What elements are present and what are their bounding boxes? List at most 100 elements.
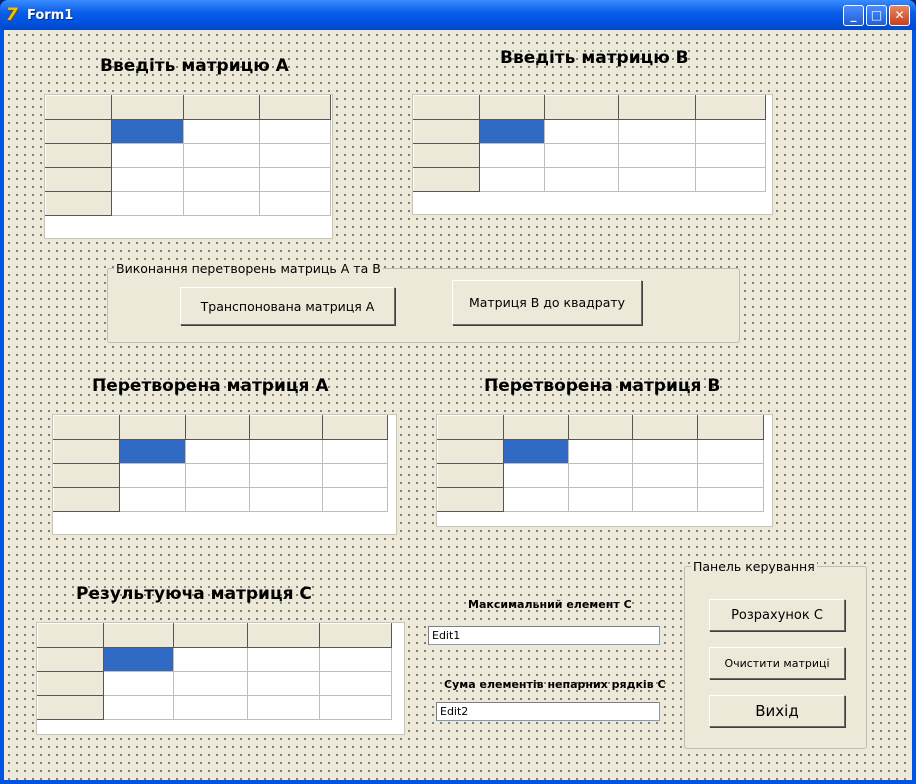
grid-cell[interactable] [111,167,184,192]
grid-cell[interactable] [618,167,696,192]
grid-cell[interactable] [249,439,323,464]
grid-cell[interactable] [173,647,248,672]
grid-cell[interactable] [695,143,766,168]
grid-row-header [45,143,112,168]
grid-cell[interactable] [632,439,698,464]
exit-button[interactable]: Вихід [709,695,845,727]
grid-cell[interactable] [319,671,392,696]
grid-cell[interactable] [183,119,260,144]
grid-cell-selected[interactable] [479,119,545,144]
grid-cell[interactable] [697,487,764,512]
table-row [37,647,392,672]
grid-header-cell [618,95,696,120]
title-bar[interactable]: 7 Form1 _ □ ✕ [0,0,916,30]
grid-cell[interactable] [119,463,186,488]
sum-odd-rows-edit[interactable] [436,702,660,721]
grid-row-header [53,463,120,488]
maximize-button[interactable]: □ [866,5,887,26]
result-c-table [37,623,392,720]
grid-cell[interactable] [185,463,250,488]
grid-cell[interactable] [544,143,619,168]
grid-cell[interactable] [247,647,320,672]
matrix-b-grid[interactable] [412,94,773,215]
grid-cell[interactable] [322,439,388,464]
minimize-button[interactable]: _ [843,5,864,26]
grid-cell[interactable] [618,119,696,144]
grid-cell[interactable] [173,695,248,720]
grid-cell[interactable] [697,463,764,488]
grid-cell[interactable] [568,463,633,488]
grid-header-cell [173,623,248,648]
grid-cell[interactable] [322,463,388,488]
grid-cell[interactable] [479,167,545,192]
grid-cell[interactable] [568,439,633,464]
grid-cell[interactable] [111,191,184,216]
grid-cell[interactable] [249,487,323,512]
grid-row-header [45,167,112,192]
grid-cell[interactable] [322,487,388,512]
grid-cell[interactable] [183,167,260,192]
transformed-b-grid[interactable] [436,414,773,527]
grid-cell-selected[interactable] [111,119,184,144]
grid-cell[interactable] [544,167,619,192]
grid-header-cell [503,415,569,440]
grid-cell-selected[interactable] [103,647,174,672]
grid-header-cell [53,415,120,440]
grid-cell-selected[interactable] [503,439,569,464]
grid-cell[interactable] [319,647,392,672]
grid-cell[interactable] [119,487,186,512]
grid-cell[interactable] [185,487,250,512]
grid-cell[interactable] [479,143,545,168]
grid-cell[interactable] [111,143,184,168]
square-b-button[interactable]: Матриця В до квадрату [452,280,642,325]
grid-cell[interactable] [183,143,260,168]
grid-cell[interactable] [695,167,766,192]
grid-cell[interactable] [259,191,331,216]
grid-cell-selected[interactable] [119,439,186,464]
grid-cell[interactable] [503,463,569,488]
transpose-a-button[interactable]: Транспонована матриця А [180,287,395,325]
matrix-a-grid[interactable] [44,94,333,239]
grid-row-header [37,671,104,696]
grid-header-cell [544,95,619,120]
grid-header-cell [183,95,260,120]
grid-cell[interactable] [695,119,766,144]
grid-cell[interactable] [249,463,323,488]
grid-cell[interactable] [632,463,698,488]
grid-cell[interactable] [319,695,392,720]
grid-cell[interactable] [183,191,260,216]
grid-cell[interactable] [697,439,764,464]
close-button[interactable]: ✕ [889,5,910,26]
grid-header-cell [479,95,545,120]
grid-header-cell [413,95,480,120]
table-row [413,119,766,144]
grid-header-cell [103,623,174,648]
grid-cell[interactable] [247,671,320,696]
grid-cell[interactable] [503,487,569,512]
control-panel-groupbox: Панель керування Розрахунок С Очистити м… [684,559,867,749]
table-row [45,191,331,216]
grid-cell[interactable] [103,695,174,720]
clear-matrices-button[interactable]: Очистити матриці [709,647,845,679]
grid-cell[interactable] [259,143,331,168]
grid-header-cell [111,95,184,120]
grid-cell[interactable] [618,143,696,168]
grid-cell[interactable] [259,119,331,144]
grid-cell[interactable] [632,487,698,512]
transformed-a-grid[interactable] [52,414,397,535]
grid-cell[interactable] [259,167,331,192]
grid-cell[interactable] [544,119,619,144]
grid-cell[interactable] [103,671,174,696]
grid-cell[interactable] [247,695,320,720]
table-row [53,487,388,512]
grid-cell[interactable] [173,671,248,696]
grid-cell[interactable] [185,439,250,464]
grid-cell[interactable] [568,487,633,512]
result-c-grid[interactable] [36,622,405,735]
table-row [53,463,388,488]
calculate-c-button[interactable]: Розрахунок С [709,599,845,631]
max-element-edit[interactable] [428,626,660,645]
table-row [437,415,764,440]
grid-header-cell [249,415,323,440]
table-row [37,623,392,648]
